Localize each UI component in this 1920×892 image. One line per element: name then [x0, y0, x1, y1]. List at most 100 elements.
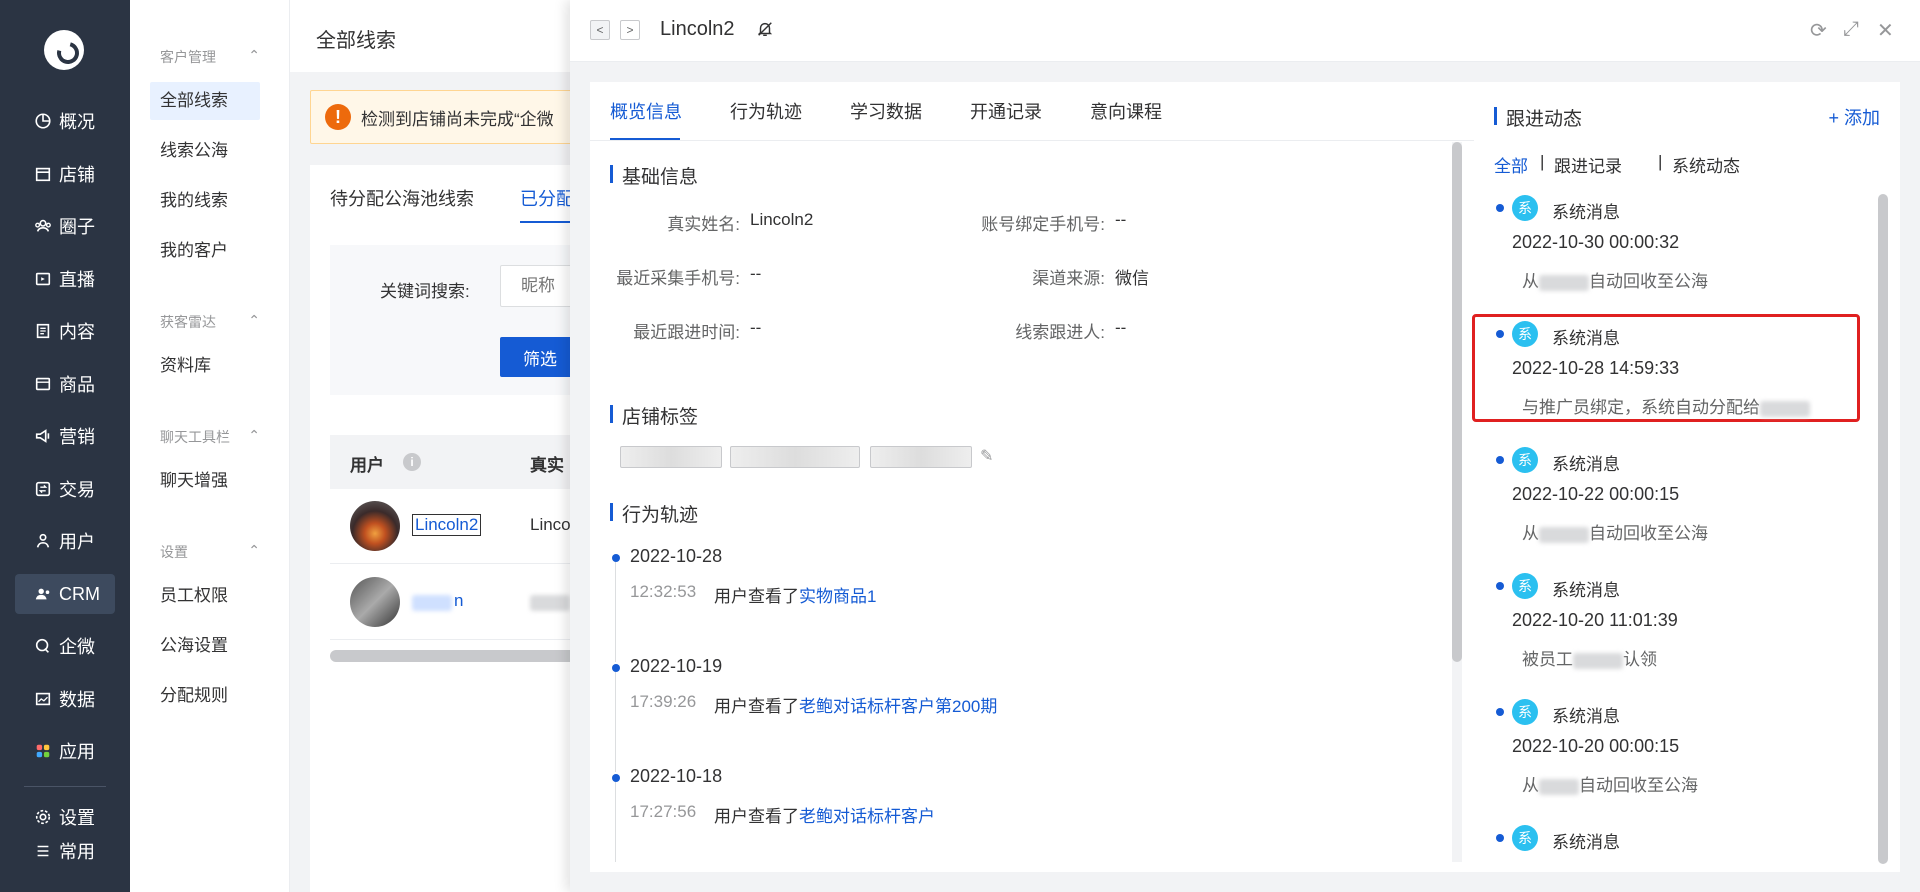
subnav-group-header[interactable]: 获客雷达 ⌃ [160, 312, 260, 332]
nav-item-user[interactable]: 用户 [15, 521, 115, 561]
nav-item-crm[interactable]: CRM [15, 574, 115, 614]
avatar [350, 501, 400, 551]
nav-label: 营销 [59, 427, 95, 447]
nav-item-data[interactable]: 数据 [15, 679, 115, 719]
expand-icon[interactable]: ⤢ [1843, 18, 1859, 41]
subnav-item-my-customers[interactable]: 我的客户 [150, 232, 260, 270]
nav-item-wecom[interactable]: 企微 [15, 626, 115, 666]
subnav-group-header[interactable]: 聊天工具栏 ⌃ [160, 427, 260, 447]
list-icon [33, 841, 53, 861]
nav-item-circle[interactable]: 圈子 [15, 206, 115, 246]
nav-item-goods[interactable]: 商品 [15, 364, 115, 404]
trail-text: 用户查看了老鲍对话标杆客户第200期 [714, 692, 997, 717]
prev-button[interactable]: < [590, 20, 610, 40]
left-nav: 概况 店铺 圈子 直播 内容 商品 营销 交易 用户 CRM 企微 数据 应用 … [0, 0, 130, 892]
trail-link[interactable]: 实物商品1 [799, 587, 876, 606]
realname-cell: Linco [530, 515, 571, 534]
blurred-username [412, 595, 452, 611]
nav-item-live[interactable]: 直播 [15, 259, 115, 299]
subnav-item-allocation-rules[interactable]: 分配规则 [150, 677, 260, 715]
trail-prefix: 用户查看了 [714, 807, 799, 826]
tab-underline [610, 138, 680, 140]
tab-behavior[interactable]: 行为轨迹 [730, 98, 802, 124]
subnav-item-my-leads[interactable]: 我的线索 [150, 182, 260, 220]
nav-label: 设置 [59, 808, 95, 828]
warning-icon: ! [325, 104, 351, 130]
filter-system[interactable]: 系统动态 [1672, 152, 1740, 177]
subnav-item-public-leads[interactable]: 线索公海 [150, 132, 260, 170]
nav-label: 数据 [59, 690, 95, 710]
field-label: 真实姓名: [667, 215, 740, 234]
nav-divider [24, 786, 106, 787]
filter-button[interactable]: 筛选 [500, 337, 580, 377]
app-logo[interactable] [44, 30, 84, 70]
subnav-item-chat-enhance[interactable]: 聊天增强 [150, 462, 260, 500]
timeline-line [615, 782, 616, 862]
filter-follow-records[interactable]: 跟进记录 [1554, 152, 1622, 177]
timeline-dot [1496, 834, 1504, 842]
timeline-dot [1496, 456, 1504, 464]
subnav-item-public-settings[interactable]: 公海设置 [150, 627, 260, 665]
trade-icon [33, 479, 53, 499]
tab-intended-courses[interactable]: 意向课程 [1090, 98, 1162, 124]
trail-link[interactable]: 老鲍对话标杆客户第200期 [799, 697, 997, 716]
tab-study-data[interactable]: 学习数据 [850, 98, 922, 124]
timeline-dot [612, 664, 620, 672]
nav-item-shop[interactable]: 店铺 [15, 154, 115, 194]
nav-label: 店铺 [59, 165, 95, 185]
subnav-item-library[interactable]: 资料库 [150, 347, 260, 385]
drawer-title: Lincoln2 [660, 18, 735, 40]
filter-all[interactable]: 全部 [1494, 152, 1528, 177]
user-link[interactable]: n [454, 591, 463, 611]
field-label: 线索跟进人: [1015, 323, 1105, 342]
entry-type: 系统消息 [1552, 833, 1620, 852]
next-button[interactable]: > [620, 20, 640, 40]
vertical-scrollbar[interactable] [1878, 194, 1888, 864]
nav-item-overview[interactable]: 概况 [15, 101, 115, 141]
wecom-icon [33, 636, 53, 656]
edit-icon[interactable]: ✎ [980, 446, 993, 466]
add-follow-up-button[interactable]: + 添加 [1828, 104, 1880, 130]
entry-desc: 与推广员绑定，系统自动分配给 [1522, 393, 1810, 418]
tab-overview[interactable]: 概览信息 [610, 98, 682, 124]
info-icon[interactable]: i [403, 453, 421, 471]
close-icon[interactable]: ✕ [1877, 18, 1894, 43]
bell-off-icon[interactable] [756, 20, 774, 38]
nav-item-trade[interactable]: 交易 [15, 469, 115, 509]
blurred-realname [530, 595, 570, 611]
timeline-dot [612, 774, 620, 782]
field-value: -- [1115, 318, 1127, 337]
follow-up-title: 跟进动态 [1494, 104, 1582, 131]
nav-item-apps[interactable]: 应用 [15, 731, 115, 771]
subnav-group-title: 客户管理 [160, 49, 216, 65]
nav-item-settings[interactable]: 设置 [15, 802, 115, 832]
section-title-trail: 行为轨迹 [610, 500, 698, 527]
trail-link[interactable]: 老鲍对话标杆客户 [799, 807, 935, 826]
subnav-item-staff-permission[interactable]: 员工权限 [150, 577, 260, 615]
field-value: -- [750, 264, 762, 283]
subnav-group-header[interactable]: 客户管理 ⌃ [160, 47, 260, 67]
subnav-item-all-leads[interactable]: 全部线索 [150, 82, 260, 120]
entry-time: 2022-10-22 00:00:15 [1512, 484, 1680, 504]
section-title-basic: 基础信息 [610, 162, 698, 189]
nav-item-common[interactable]: 常用 [15, 836, 115, 866]
vertical-scrollbar[interactable] [1452, 142, 1462, 662]
subnav-group-title: 聊天工具栏 [160, 429, 230, 445]
subnav-group-title: 设置 [160, 544, 188, 560]
tab-open-records[interactable]: 开通记录 [970, 98, 1042, 124]
nav-item-content[interactable]: 内容 [15, 311, 115, 351]
nav-item-marketing[interactable]: 营销 [15, 416, 115, 456]
user-link[interactable]: Lincoln2 [412, 514, 482, 536]
drawer-header: < > Lincoln2 ⟳ ⤢ ✕ [570, 0, 1920, 62]
nav-label: 概况 [59, 112, 95, 132]
tab-assigned[interactable]: 已分配 [520, 185, 574, 211]
field-label: 最近采集手机号: [616, 269, 740, 288]
nav-label: CRM [59, 583, 100, 604]
timeline-dot [1496, 204, 1504, 212]
page-title: 全部线索 [316, 30, 396, 52]
tab-unassigned[interactable]: 待分配公海池线索 [330, 185, 474, 211]
column-header-user: 用户 [350, 456, 384, 475]
entry-type: 系统消息 [1552, 203, 1620, 222]
subnav-group-header[interactable]: 设置 ⌃ [160, 542, 260, 562]
refresh-icon[interactable]: ⟳ [1810, 18, 1827, 43]
